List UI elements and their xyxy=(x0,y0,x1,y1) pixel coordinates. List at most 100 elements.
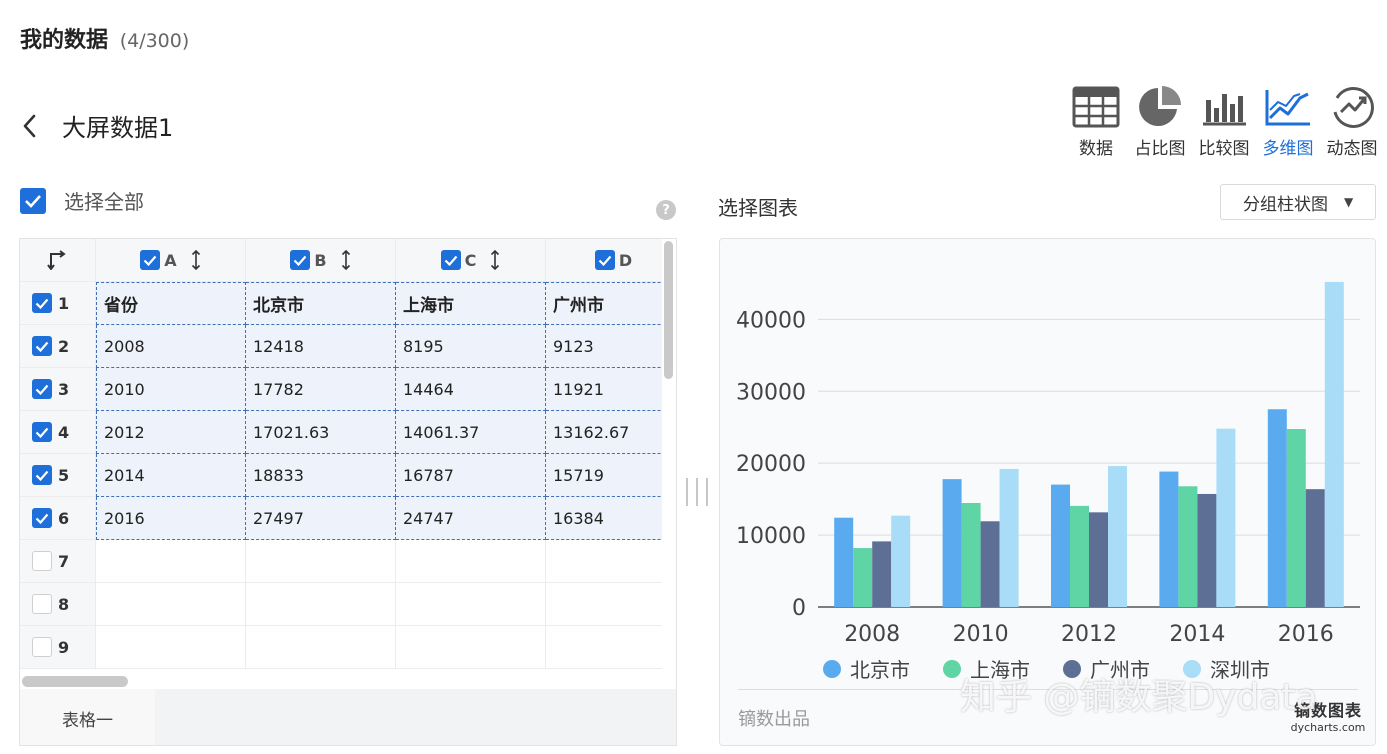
table-cell[interactable]: 27497 xyxy=(246,497,396,540)
row-number: 7 xyxy=(58,551,70,571)
transpose-icon xyxy=(46,250,66,270)
table-row: 4 2012 17021.63 14061.37 13162.67 xyxy=(20,411,662,454)
view-tab-compare[interactable]: 比较图 xyxy=(1192,84,1256,159)
row-checkbox[interactable] xyxy=(32,336,52,356)
table-cell[interactable]: 15719 xyxy=(546,454,662,497)
table-cell[interactable] xyxy=(546,540,662,583)
table-cell[interactable]: 9123 xyxy=(546,325,662,368)
table-cell[interactable]: 18833 xyxy=(246,454,396,497)
chart-type-dropdown[interactable]: 分组柱状图 ▼ xyxy=(1220,184,1376,220)
row-header[interactable]: 4 xyxy=(20,411,96,454)
table-cell[interactable]: 24747 xyxy=(396,497,546,540)
vertical-scrollbar[interactable] xyxy=(664,241,673,379)
table-cell[interactable]: 12418 xyxy=(246,325,396,368)
table-cell[interactable]: 16384 xyxy=(546,497,662,540)
table-cell[interactable] xyxy=(396,540,546,583)
row-header[interactable]: 2 xyxy=(20,325,96,368)
x-tick-label: 2014 xyxy=(1169,622,1225,647)
column-letter: A xyxy=(164,250,177,270)
table-cell[interactable] xyxy=(246,626,396,669)
table-cell[interactable] xyxy=(96,540,246,583)
row-checkbox[interactable] xyxy=(32,508,52,528)
table-cell[interactable]: 13162.67 xyxy=(546,411,662,454)
grouped-bar-chart[interactable]: 0 10000 20000 30000 40000 2008 2010 2012 2014 201… xyxy=(720,239,1376,689)
bar xyxy=(872,541,892,607)
sort-arrows-icon[interactable] xyxy=(341,249,351,271)
row-header[interactable]: 5 xyxy=(20,454,96,497)
column-header-c[interactable]: C xyxy=(396,239,546,282)
row-checkbox[interactable] xyxy=(32,551,52,571)
table-cell[interactable]: 2012 xyxy=(96,411,246,454)
bar xyxy=(891,515,911,607)
select-all-checkbox[interactable] xyxy=(20,187,46,214)
sheet-tab[interactable]: 表格一 xyxy=(20,689,155,745)
row-checkbox[interactable] xyxy=(32,637,52,657)
bar-chart-icon xyxy=(1199,84,1249,130)
help-icon[interactable]: ? xyxy=(656,200,676,220)
view-tab-label: 比较图 xyxy=(1198,139,1250,159)
column-header-d[interactable]: D xyxy=(546,239,662,282)
row-checkbox[interactable] xyxy=(32,422,52,442)
table-cell[interactable] xyxy=(396,583,546,626)
table-cell[interactable]: 16787 xyxy=(396,454,546,497)
table-cell[interactable] xyxy=(246,583,396,626)
table-cell[interactable]: 广州市 xyxy=(546,282,662,325)
row-checkbox[interactable] xyxy=(32,379,52,399)
table-cell[interactable] xyxy=(546,626,662,669)
sort-arrows-icon[interactable] xyxy=(490,249,500,271)
legend-label: 深圳市 xyxy=(1210,658,1270,682)
table-cell[interactable]: 省份 xyxy=(96,282,246,325)
row-header[interactable]: 1 xyxy=(20,282,96,325)
table-cell[interactable]: 17021.63 xyxy=(246,411,396,454)
column-checkbox[interactable] xyxy=(140,250,161,270)
row-header[interactable]: 8 xyxy=(20,583,96,626)
table-cell[interactable] xyxy=(96,583,246,626)
column-checkbox[interactable] xyxy=(290,250,311,270)
horizontal-scrollbar[interactable] xyxy=(22,676,128,687)
sort-arrows-icon[interactable] xyxy=(191,249,201,271)
view-tab-label: 数据 xyxy=(1079,139,1113,159)
table-cell[interactable]: 北京市 xyxy=(246,282,396,325)
column-header-a[interactable]: A xyxy=(96,239,246,282)
row-header[interactable]: 3 xyxy=(20,368,96,411)
table-cell[interactable]: 14061.37 xyxy=(396,411,546,454)
bar xyxy=(1178,486,1198,607)
table-cell[interactable]: 14464 xyxy=(396,368,546,411)
view-tab-data[interactable]: 数据 xyxy=(1064,84,1128,159)
column-checkbox[interactable] xyxy=(440,250,461,270)
table-cell[interactable]: 11921 xyxy=(546,368,662,411)
table-cell[interactable] xyxy=(96,626,246,669)
table-cell[interactable] xyxy=(546,583,662,626)
row-checkbox[interactable] xyxy=(32,594,52,614)
back-button[interactable] xyxy=(22,109,50,143)
bar xyxy=(1267,409,1287,607)
table-row: 2 2008 12418 8195 9123 xyxy=(20,325,662,368)
table-cell[interactable] xyxy=(396,626,546,669)
table-cell[interactable]: 2008 xyxy=(96,325,246,368)
table-row: 9 xyxy=(20,626,662,669)
view-tab-multidimensional[interactable]: 多维图 xyxy=(1256,84,1320,159)
bar xyxy=(853,548,873,607)
view-tab-proportion[interactable]: 占比图 xyxy=(1128,84,1192,159)
table-cell[interactable]: 2016 xyxy=(96,497,246,540)
view-tab-label: 占比图 xyxy=(1134,139,1186,159)
row-header[interactable]: 6 xyxy=(20,497,96,540)
table-cell[interactable]: 17782 xyxy=(246,368,396,411)
row-checkbox[interactable] xyxy=(32,293,52,313)
table-cell[interactable]: 上海市 xyxy=(396,282,546,325)
row-header[interactable]: 9 xyxy=(20,626,96,669)
panel-splitter[interactable] xyxy=(686,478,708,506)
table-cell[interactable]: 8195 xyxy=(396,325,546,368)
table-cell[interactable]: 2010 xyxy=(96,368,246,411)
view-tab-dynamic[interactable]: 动态图 xyxy=(1320,84,1384,159)
row-number: 1 xyxy=(58,293,70,313)
row-header[interactable]: 7 xyxy=(20,540,96,583)
bar xyxy=(1089,512,1108,607)
table-cell[interactable] xyxy=(246,540,396,583)
row-checkbox[interactable] xyxy=(32,465,52,485)
transpose-button[interactable] xyxy=(20,239,96,282)
table-cell[interactable]: 2014 xyxy=(96,454,246,497)
column-checkbox[interactable] xyxy=(594,250,615,270)
view-switch: 数据 占比图 比较图 多维图 动态图 xyxy=(1064,84,1384,159)
column-header-b[interactable]: B xyxy=(246,239,396,282)
